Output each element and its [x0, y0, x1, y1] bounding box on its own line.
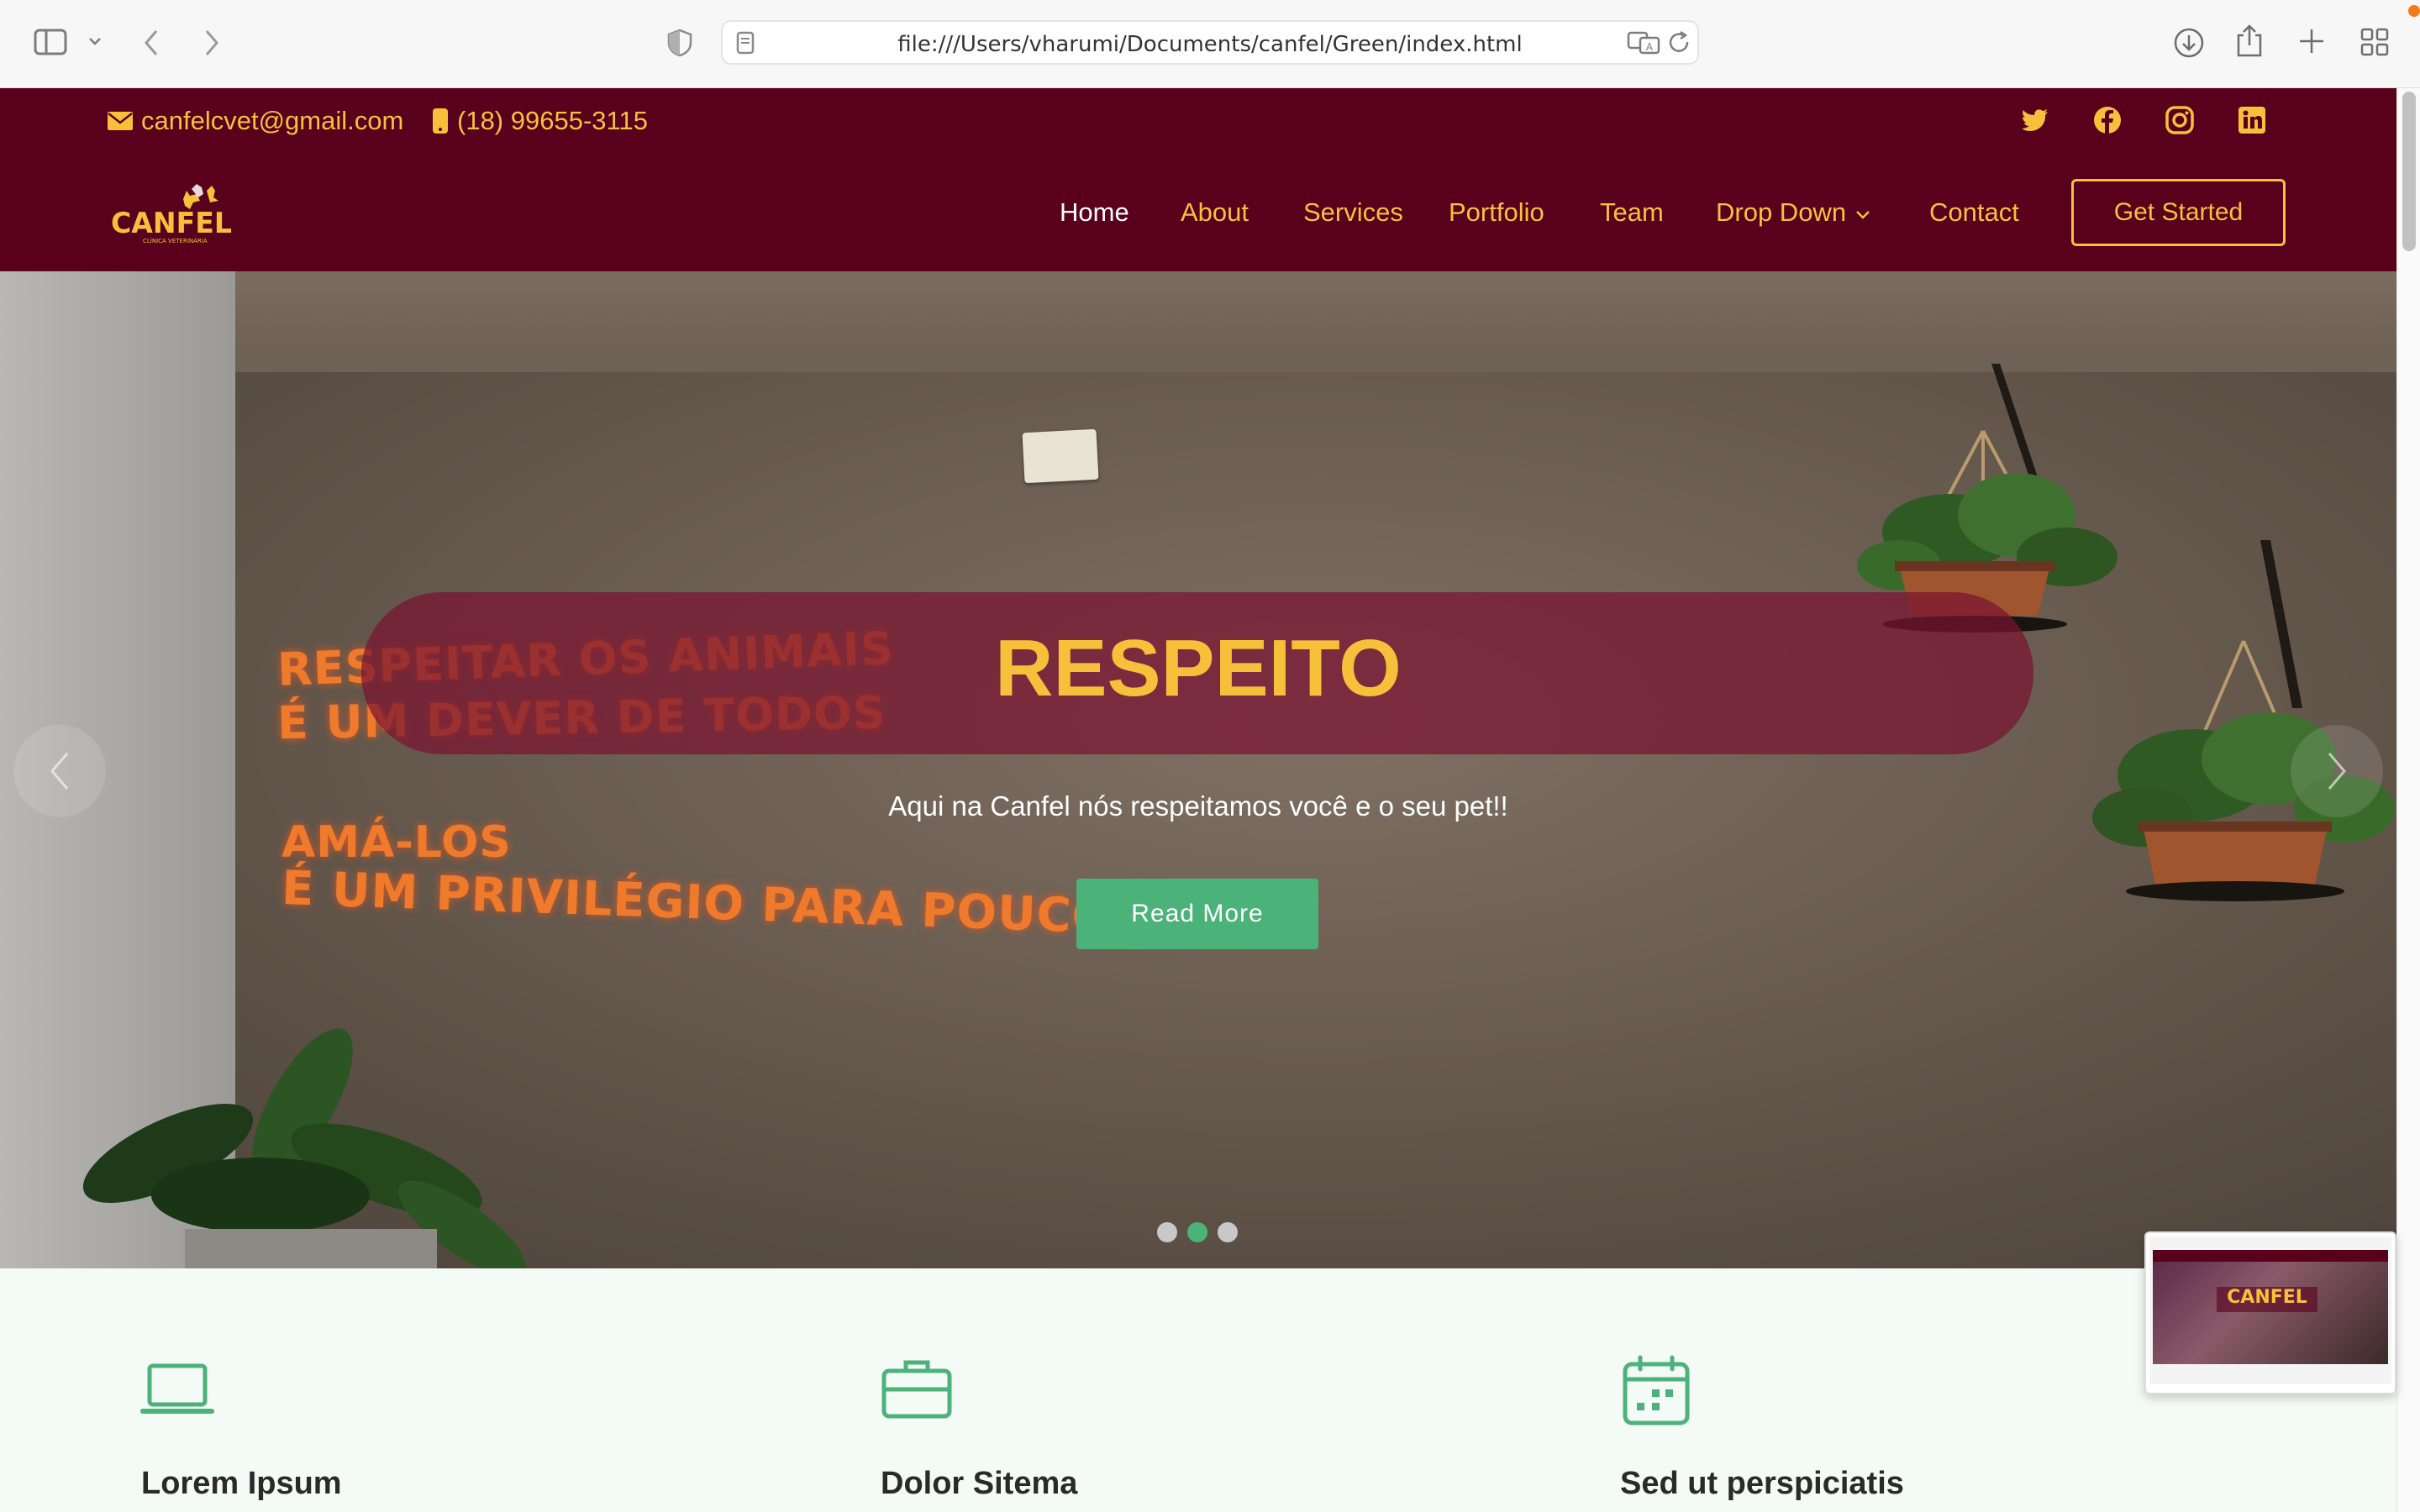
address-bar[interactable]: file:///Users/vharumi/Documents/canfel/G…	[721, 20, 1699, 65]
thumbnail-hero	[2153, 1262, 2388, 1364]
features-section: Lorem Ipsum Dolor Sitema Sed ut perspici…	[0, 1268, 2396, 1512]
briefcase-icon	[881, 1360, 952, 1419]
feature-title-1: Lorem Ipsum	[141, 1466, 342, 1501]
canfel-logo[interactable]: CANFEL CLÍNICA VETERINÁRIA	[109, 181, 235, 248]
topbar: canfelcvet@gmail.com (18) 99655-3115	[0, 88, 2396, 162]
nav-home[interactable]: Home	[1060, 197, 1129, 228]
chevron-left-icon	[50, 753, 69, 790]
hero-subtitle: Aqui na Canfel nós respeitamos você e o …	[888, 790, 1508, 822]
url-text: file:///Users/vharumi/Documents/canfel/G…	[897, 32, 1523, 57]
calendar-icon	[1623, 1355, 1690, 1425]
phone-contact[interactable]: (18) 99655-3115	[432, 106, 648, 136]
svg-text:A: A	[1646, 41, 1654, 53]
nav-services[interactable]: Services	[1303, 197, 1403, 228]
nav-dropdown-label: Drop Down	[1716, 197, 1847, 227]
linkedin-icon[interactable]	[2237, 105, 2267, 135]
page-scrollbar[interactable]	[2396, 88, 2420, 1512]
phone-icon	[433, 108, 448, 134]
chevron-right-icon	[2328, 753, 2346, 790]
laptop-icon	[140, 1363, 214, 1414]
nav-dropdown[interactable]: Drop Down	[1716, 197, 1871, 228]
thumbnail-logo: CANFEL	[2217, 1287, 2317, 1312]
reload-icon[interactable]	[1667, 30, 1692, 55]
thumbnail-page: CANFEL	[2149, 1236, 2391, 1384]
nav-portfolio[interactable]: Portfolio	[1449, 197, 1544, 228]
nav-about[interactable]: About	[1181, 197, 1249, 228]
translate-icon[interactable]: A	[1627, 30, 1660, 55]
browser-toolbar: file:///Users/vharumi/Documents/canfel/G…	[0, 0, 2420, 88]
screenshot-thumbnail[interactable]: CANFEL	[2144, 1231, 2396, 1394]
email-text: canfelcvet@gmail.com	[141, 106, 404, 135]
envelope-icon	[108, 112, 133, 130]
carousel-indicator-3[interactable]	[1218, 1222, 1238, 1242]
wall-text-line-3: AMÁ-LOS	[281, 817, 512, 868]
sidebar-toggle-icon[interactable]	[34, 29, 67, 55]
nav-contact[interactable]: Contact	[1929, 197, 2019, 228]
hero-carousel: RESPEITAR OS ANIMAIS É UM DEVER DE TODOS…	[0, 271, 2396, 1268]
facebook-icon[interactable]	[2092, 105, 2123, 135]
chevron-down-icon[interactable]	[87, 35, 103, 47]
instagram-icon[interactable]	[2165, 105, 2195, 135]
hero-ceiling	[0, 271, 2396, 372]
phone-text: (18) 99655-3115	[457, 106, 648, 135]
nav-team[interactable]: Team	[1600, 197, 1664, 228]
logo-wordmark: CANFEL	[111, 207, 232, 240]
twitter-icon[interactable]	[2020, 105, 2050, 135]
notification-dot	[2408, 5, 2420, 17]
wall-text-line-4: É UM PRIVILÉGIO PARA POUCOS	[281, 861, 1149, 946]
carousel-indicator-1[interactable]	[1157, 1222, 1177, 1242]
back-icon[interactable]	[141, 29, 161, 57]
thumbnail-header	[2153, 1250, 2388, 1262]
new-tab-icon[interactable]	[2297, 27, 2326, 55]
tab-overview-icon[interactable]	[2360, 27, 2390, 57]
carousel-indicator-2[interactable]	[1187, 1222, 1207, 1242]
forward-icon[interactable]	[202, 29, 222, 57]
site-header: CANFEL CLÍNICA VETERINÁRIA Home About Se…	[0, 162, 2396, 271]
download-icon[interactable]	[2173, 27, 2205, 59]
share-icon[interactable]	[2235, 24, 2264, 59]
logo-subtext: CLÍNICA VETERINÁRIA	[143, 237, 208, 244]
get-started-button[interactable]: Get Started	[2071, 179, 2286, 246]
chevron-down-icon	[1856, 210, 1870, 219]
carousel-prev-button[interactable]	[13, 725, 106, 817]
floor-plant	[82, 1028, 526, 1268]
email-contact[interactable]: canfelcvet@gmail.com	[108, 106, 403, 136]
shield-icon[interactable]	[667, 29, 692, 57]
scrollbar-thumb[interactable]	[2402, 92, 2416, 251]
hero-title: RESPEITO	[995, 623, 1402, 713]
wall-switch	[1022, 428, 1099, 484]
feature-title-2: Dolor Sitema	[881, 1466, 1078, 1501]
feature-title-3: Sed ut perspiciatis	[1620, 1466, 1904, 1501]
carousel-next-button[interactable]	[2291, 725, 2383, 817]
read-more-button[interactable]: Read More	[1076, 879, 1318, 949]
